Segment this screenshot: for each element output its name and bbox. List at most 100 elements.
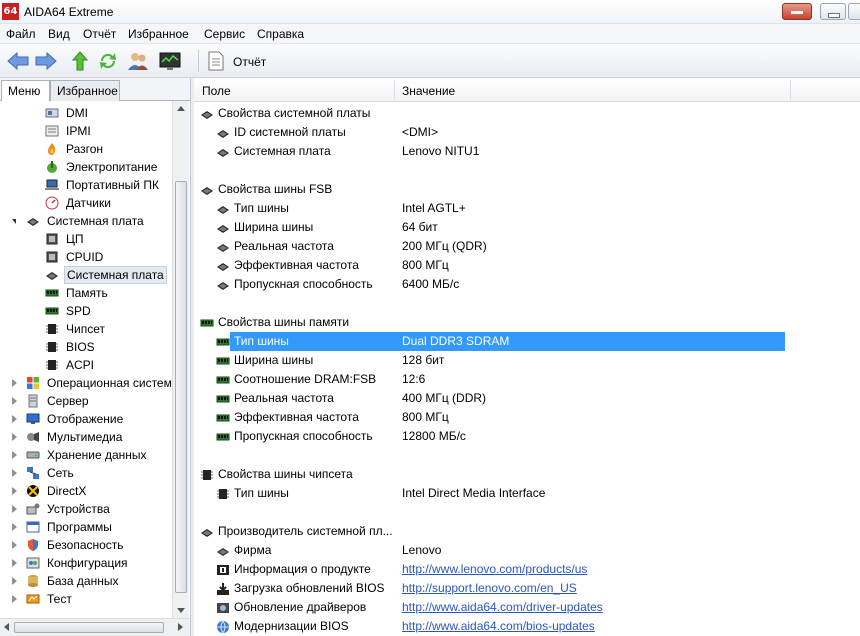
up-arrow-icon[interactable] bbox=[68, 50, 92, 72]
table-row[interactable]: Ширина шины 128 бит bbox=[194, 351, 860, 370]
chip-icon bbox=[45, 358, 59, 372]
table-row[interactable]: Информация о продукте http://www.lenovo.c… bbox=[194, 560, 860, 579]
tab-favorites[interactable]: Избранное bbox=[50, 80, 120, 101]
sidebar-item-label: Системная плата bbox=[47, 214, 144, 228]
tab-menu[interactable]: Меню bbox=[1, 80, 50, 102]
expand-icon[interactable] bbox=[12, 451, 17, 459]
multimedia-icon bbox=[26, 430, 40, 444]
table-row[interactable]: Эффективная частота 800 МГц bbox=[194, 256, 860, 275]
expand-icon[interactable] bbox=[12, 523, 17, 531]
menu-service[interactable]: Сервис bbox=[204, 27, 245, 41]
scroll-left-icon[interactable] bbox=[4, 623, 9, 631]
sidebar-item-label: SPD bbox=[66, 304, 91, 318]
table-row[interactable]: Реальная частота 400 МГц (DDR) bbox=[194, 389, 860, 408]
field-label: Ширина шины bbox=[234, 220, 314, 234]
field-value: Intel AGTL+ bbox=[402, 201, 466, 215]
scroll-up-icon[interactable] bbox=[177, 106, 185, 111]
table-row[interactable]: Тип шины Intel Direct Media Interface bbox=[194, 484, 860, 503]
scroll-down-icon[interactable] bbox=[177, 608, 185, 613]
expand-icon[interactable] bbox=[12, 505, 17, 513]
tree-vertical-scrollbar[interactable] bbox=[172, 101, 189, 618]
sidebar-item-label: ЦП bbox=[66, 232, 84, 246]
menu-file[interactable]: Файл bbox=[6, 27, 36, 41]
group-row[interactable]: Производитель системной пл... bbox=[194, 522, 860, 541]
field-label: Модернизации BIOS bbox=[234, 619, 349, 633]
sidebar-item-label: Хранение данных bbox=[47, 448, 147, 462]
menu-view[interactable]: Вид bbox=[48, 27, 70, 41]
menu-help[interactable]: Справка bbox=[257, 27, 304, 41]
monitor-icon[interactable] bbox=[158, 50, 182, 72]
users-icon[interactable] bbox=[126, 50, 150, 72]
field-value: Dual DDR3 SDRAM bbox=[402, 334, 510, 348]
back-arrow-icon[interactable] bbox=[6, 50, 30, 72]
table-row[interactable]: Пропускная способность 12800 МБ/с bbox=[194, 427, 860, 446]
field-label: Свойства шины чипсета bbox=[218, 467, 353, 481]
value-link[interactable]: http://www.aida64.com/bios-updates bbox=[402, 617, 595, 636]
value-link[interactable]: http://www.lenovo.com/products/us bbox=[402, 560, 587, 579]
table-row[interactable]: Загрузка обновлений BIOS http://support.l… bbox=[194, 579, 860, 598]
expand-icon[interactable] bbox=[12, 595, 17, 603]
expand-icon[interactable] bbox=[12, 577, 17, 585]
motherboard-icon bbox=[216, 544, 230, 557]
tree-horizontal-scrollbar[interactable] bbox=[0, 618, 190, 636]
table-row[interactable]: Модернизации BIOS http://www.aida64.com/b… bbox=[194, 617, 860, 636]
chip-icon bbox=[200, 468, 214, 481]
group-row[interactable]: Свойства системной платы bbox=[194, 104, 860, 123]
table-row[interactable]: ID системной платы <DMI> bbox=[194, 123, 860, 142]
group-row[interactable]: Свойства шины памяти bbox=[194, 313, 860, 332]
memory-icon bbox=[216, 373, 230, 386]
table-row[interactable]: Эффективная частота 800 МГц bbox=[194, 408, 860, 427]
tree-hscroll-thumb[interactable] bbox=[14, 622, 164, 633]
report-icon[interactable] bbox=[207, 51, 225, 71]
table-row[interactable]: Фирма Lenovo bbox=[194, 541, 860, 560]
field-label: Системная плата bbox=[234, 144, 331, 158]
table-row[interactable]: Реальная частота 200 МГц (QDR) bbox=[194, 237, 860, 256]
forward-arrow-icon[interactable] bbox=[34, 50, 58, 72]
expand-icon[interactable] bbox=[12, 379, 17, 387]
maximize-window-button[interactable] bbox=[848, 3, 860, 20]
expand-icon[interactable] bbox=[12, 559, 17, 567]
table-row[interactable]: Обновление драйверов http://www.aida64.co… bbox=[194, 598, 860, 617]
windows-icon bbox=[26, 376, 40, 390]
expand-icon[interactable] bbox=[12, 433, 17, 441]
field-value: Lenovo bbox=[402, 543, 442, 557]
column-header-value[interactable]: Значение bbox=[402, 84, 455, 98]
menu-favorites[interactable]: Избранное bbox=[128, 27, 189, 41]
collapse-icon[interactable] bbox=[12, 219, 16, 224]
table-row[interactable]: Тип шины Dual DDR3 SDRAM bbox=[194, 332, 860, 351]
expand-icon[interactable] bbox=[12, 541, 17, 549]
tree-scroll-thumb[interactable] bbox=[175, 181, 187, 593]
menu-report[interactable]: Отчёт bbox=[83, 27, 116, 41]
expand-icon[interactable] bbox=[12, 397, 17, 405]
power-icon bbox=[45, 160, 59, 174]
report-button[interactable]: Отчёт bbox=[233, 55, 266, 69]
field-label: Эффективная частота bbox=[234, 410, 359, 424]
field-label: Информация о продукте bbox=[234, 562, 371, 576]
column-header-field[interactable]: Поле bbox=[202, 84, 231, 98]
close-window-button[interactable] bbox=[782, 3, 812, 20]
expand-icon[interactable] bbox=[12, 415, 17, 423]
field-label: Пропускная способность bbox=[234, 277, 373, 291]
table-row[interactable]: Ширина шины 64 бит bbox=[194, 218, 860, 237]
column-divider[interactable] bbox=[394, 80, 395, 100]
table-row[interactable]: Пропускная способность 6400 МБ/с bbox=[194, 275, 860, 294]
expand-icon[interactable] bbox=[12, 487, 17, 495]
minimize-window-button[interactable] bbox=[820, 3, 846, 20]
table-row[interactable]: Тип шины Intel AGTL+ bbox=[194, 199, 860, 218]
value-link[interactable]: http://support.lenovo.com/en_US bbox=[402, 579, 577, 598]
expand-icon[interactable] bbox=[12, 469, 17, 477]
column-divider[interactable] bbox=[790, 80, 791, 100]
table-row[interactable]: Соотношение DRAM:FSB 12:6 bbox=[194, 370, 860, 389]
config-icon bbox=[26, 556, 40, 570]
navigation-tree: DMI IPMI Разгон Электропитание Портативный П… bbox=[0, 101, 172, 618]
field-label: Тип шины bbox=[234, 201, 289, 215]
refresh-icon[interactable] bbox=[96, 50, 120, 72]
details-list: Поле Значение Свойства системной платы ID… bbox=[194, 78, 860, 636]
table-row[interactable]: Системная плата Lenovo NITU1 bbox=[194, 142, 860, 161]
group-row[interactable]: Свойства шины FSB bbox=[194, 180, 860, 199]
sidebar-item-label: BIOS bbox=[66, 340, 95, 354]
scroll-right-icon[interactable] bbox=[178, 623, 183, 631]
group-row[interactable]: Свойства шины чипсета bbox=[194, 465, 860, 484]
value-link[interactable]: http://www.aida64.com/driver-updates bbox=[402, 598, 603, 617]
field-value: 128 бит bbox=[402, 353, 445, 367]
